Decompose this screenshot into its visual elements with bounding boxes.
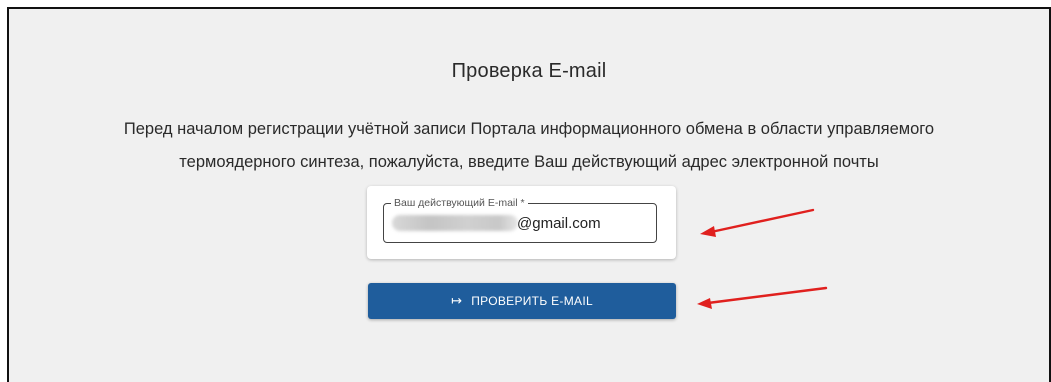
email-card: Ваш действующий E-mail * xyxy=(367,186,676,259)
annotation-arrow-button xyxy=(697,286,828,309)
intro-line-2: термоядерного синтеза, пожалуйста, введи… xyxy=(179,153,879,171)
login-arrow-icon: ↦ xyxy=(451,293,463,309)
page-title: Проверка E-mail xyxy=(451,60,607,82)
intro-line-1: Перед началом регистрации учётной записи… xyxy=(123,120,935,138)
email-field[interactable]: Ваш действующий E-mail * xyxy=(383,196,657,243)
intro-text: Перед началом регистрации учётной записи… xyxy=(19,113,1039,179)
verify-email-button[interactable]: ↦ ПРОВЕРИТЬ E-MAIL xyxy=(368,283,676,319)
annotation-arrow-field xyxy=(700,208,815,237)
email-input[interactable] xyxy=(384,204,656,242)
verify-email-button-label: ПРОВЕРИТЬ E-MAIL xyxy=(471,294,593,308)
